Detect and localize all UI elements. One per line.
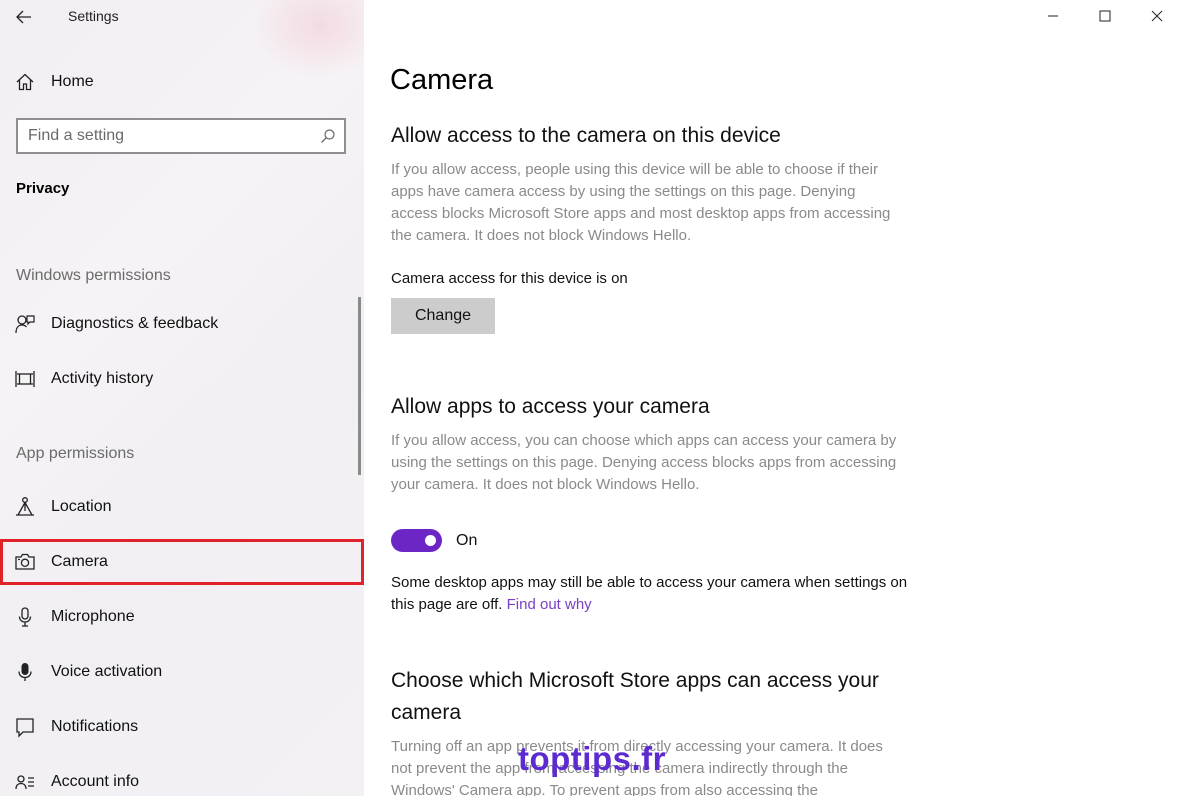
- minimize-button[interactable]: [1027, 0, 1079, 32]
- section-title-privacy: Privacy: [16, 180, 70, 197]
- diagnostics-icon: [14, 313, 36, 335]
- maximize-icon: [1099, 10, 1111, 22]
- app-access-toggle[interactable]: [391, 529, 442, 552]
- device-access-status: Camera access for this device is on: [391, 270, 628, 287]
- sidebar-item-voice-activation[interactable]: Voice activation: [0, 649, 364, 695]
- app-access-heading: Allow apps to access your camera: [391, 395, 710, 418]
- device-access-description: If you allow access, people using this d…: [391, 161, 891, 244]
- page-title: Camera: [390, 64, 494, 96]
- voice-activation-icon: [14, 661, 36, 683]
- sidebar-item-notifications[interactable]: Notifications: [0, 704, 364, 750]
- sidebar-item-camera[interactable]: Camera: [0, 539, 364, 585]
- sidebar-item-home[interactable]: Home: [0, 59, 364, 105]
- notifications-icon: [14, 716, 36, 738]
- sidebar-item-label: Notifications: [51, 718, 139, 735]
- sidebar-item-label: Activity history: [51, 370, 154, 387]
- back-button[interactable]: [10, 4, 38, 30]
- back-arrow-icon: [16, 10, 31, 24]
- activity-history-icon: [14, 368, 36, 390]
- main-content: Camera Allow access to the camera on thi…: [364, 0, 1183, 796]
- search-input[interactable]: [28, 126, 308, 146]
- device-access-heading: Allow access to the camera on this devic…: [391, 124, 781, 147]
- sidebar-item-account-info[interactable]: Account info: [0, 759, 364, 796]
- sidebar-item-location[interactable]: Location: [0, 484, 364, 530]
- close-button[interactable]: [1131, 0, 1183, 32]
- microphone-icon: [14, 606, 36, 628]
- toggle-state-label: On: [456, 532, 478, 549]
- sidebar-scrollbar[interactable]: [358, 297, 361, 475]
- camera-icon: [14, 551, 36, 573]
- account-info-icon: [14, 771, 36, 793]
- desktop-apps-note: Some desktop apps may still be able to a…: [391, 572, 911, 616]
- sidebar-item-label: Diagnostics & feedback: [51, 315, 219, 332]
- sidebar-item-label: Account info: [51, 773, 140, 790]
- watermark-text: toptips: [518, 740, 632, 777]
- group-header-app-permissions: App permissions: [16, 445, 135, 462]
- sidebar-item-microphone[interactable]: Microphone: [0, 594, 364, 640]
- sidebar-item-activity-history[interactable]: Activity history: [0, 356, 364, 402]
- sidebar-item-label: Camera: [51, 553, 108, 570]
- desktop-apps-note-text: Some desktop apps may still be able to a…: [391, 574, 908, 613]
- watermark-logo: toptips.fr: [518, 740, 666, 778]
- sidebar-item-label: Microphone: [51, 608, 135, 625]
- location-icon: [14, 496, 36, 518]
- watermark-suffix: .fr: [631, 740, 666, 777]
- group-header-windows-permissions: Windows permissions: [16, 267, 171, 284]
- app-access-description: If you allow access, you can choose whic…: [391, 432, 897, 493]
- app-title: Settings: [68, 8, 119, 24]
- sidebar-item-diagnostics-feedback[interactable]: Diagnostics & feedback: [0, 301, 364, 347]
- search-box[interactable]: [16, 118, 346, 154]
- window-controls: [1027, 0, 1183, 32]
- close-icon: [1151, 10, 1163, 22]
- sidebar-item-label: Voice activation: [51, 663, 163, 680]
- minimize-icon: [1048, 15, 1058, 17]
- store-apps-heading: Choose which Microsoft Store apps can ac…: [391, 669, 879, 724]
- find-out-why-link[interactable]: Find out why: [507, 596, 592, 613]
- sidebar: Settings Home Privacy Windows permission…: [0, 0, 364, 796]
- toggle-knob: [425, 535, 436, 546]
- change-button[interactable]: Change: [391, 298, 495, 334]
- maximize-button[interactable]: [1079, 0, 1131, 32]
- home-icon: [14, 71, 36, 93]
- search-icon[interactable]: [320, 128, 336, 144]
- sidebar-item-label: Home: [51, 73, 94, 90]
- sidebar-item-label: Location: [51, 498, 112, 515]
